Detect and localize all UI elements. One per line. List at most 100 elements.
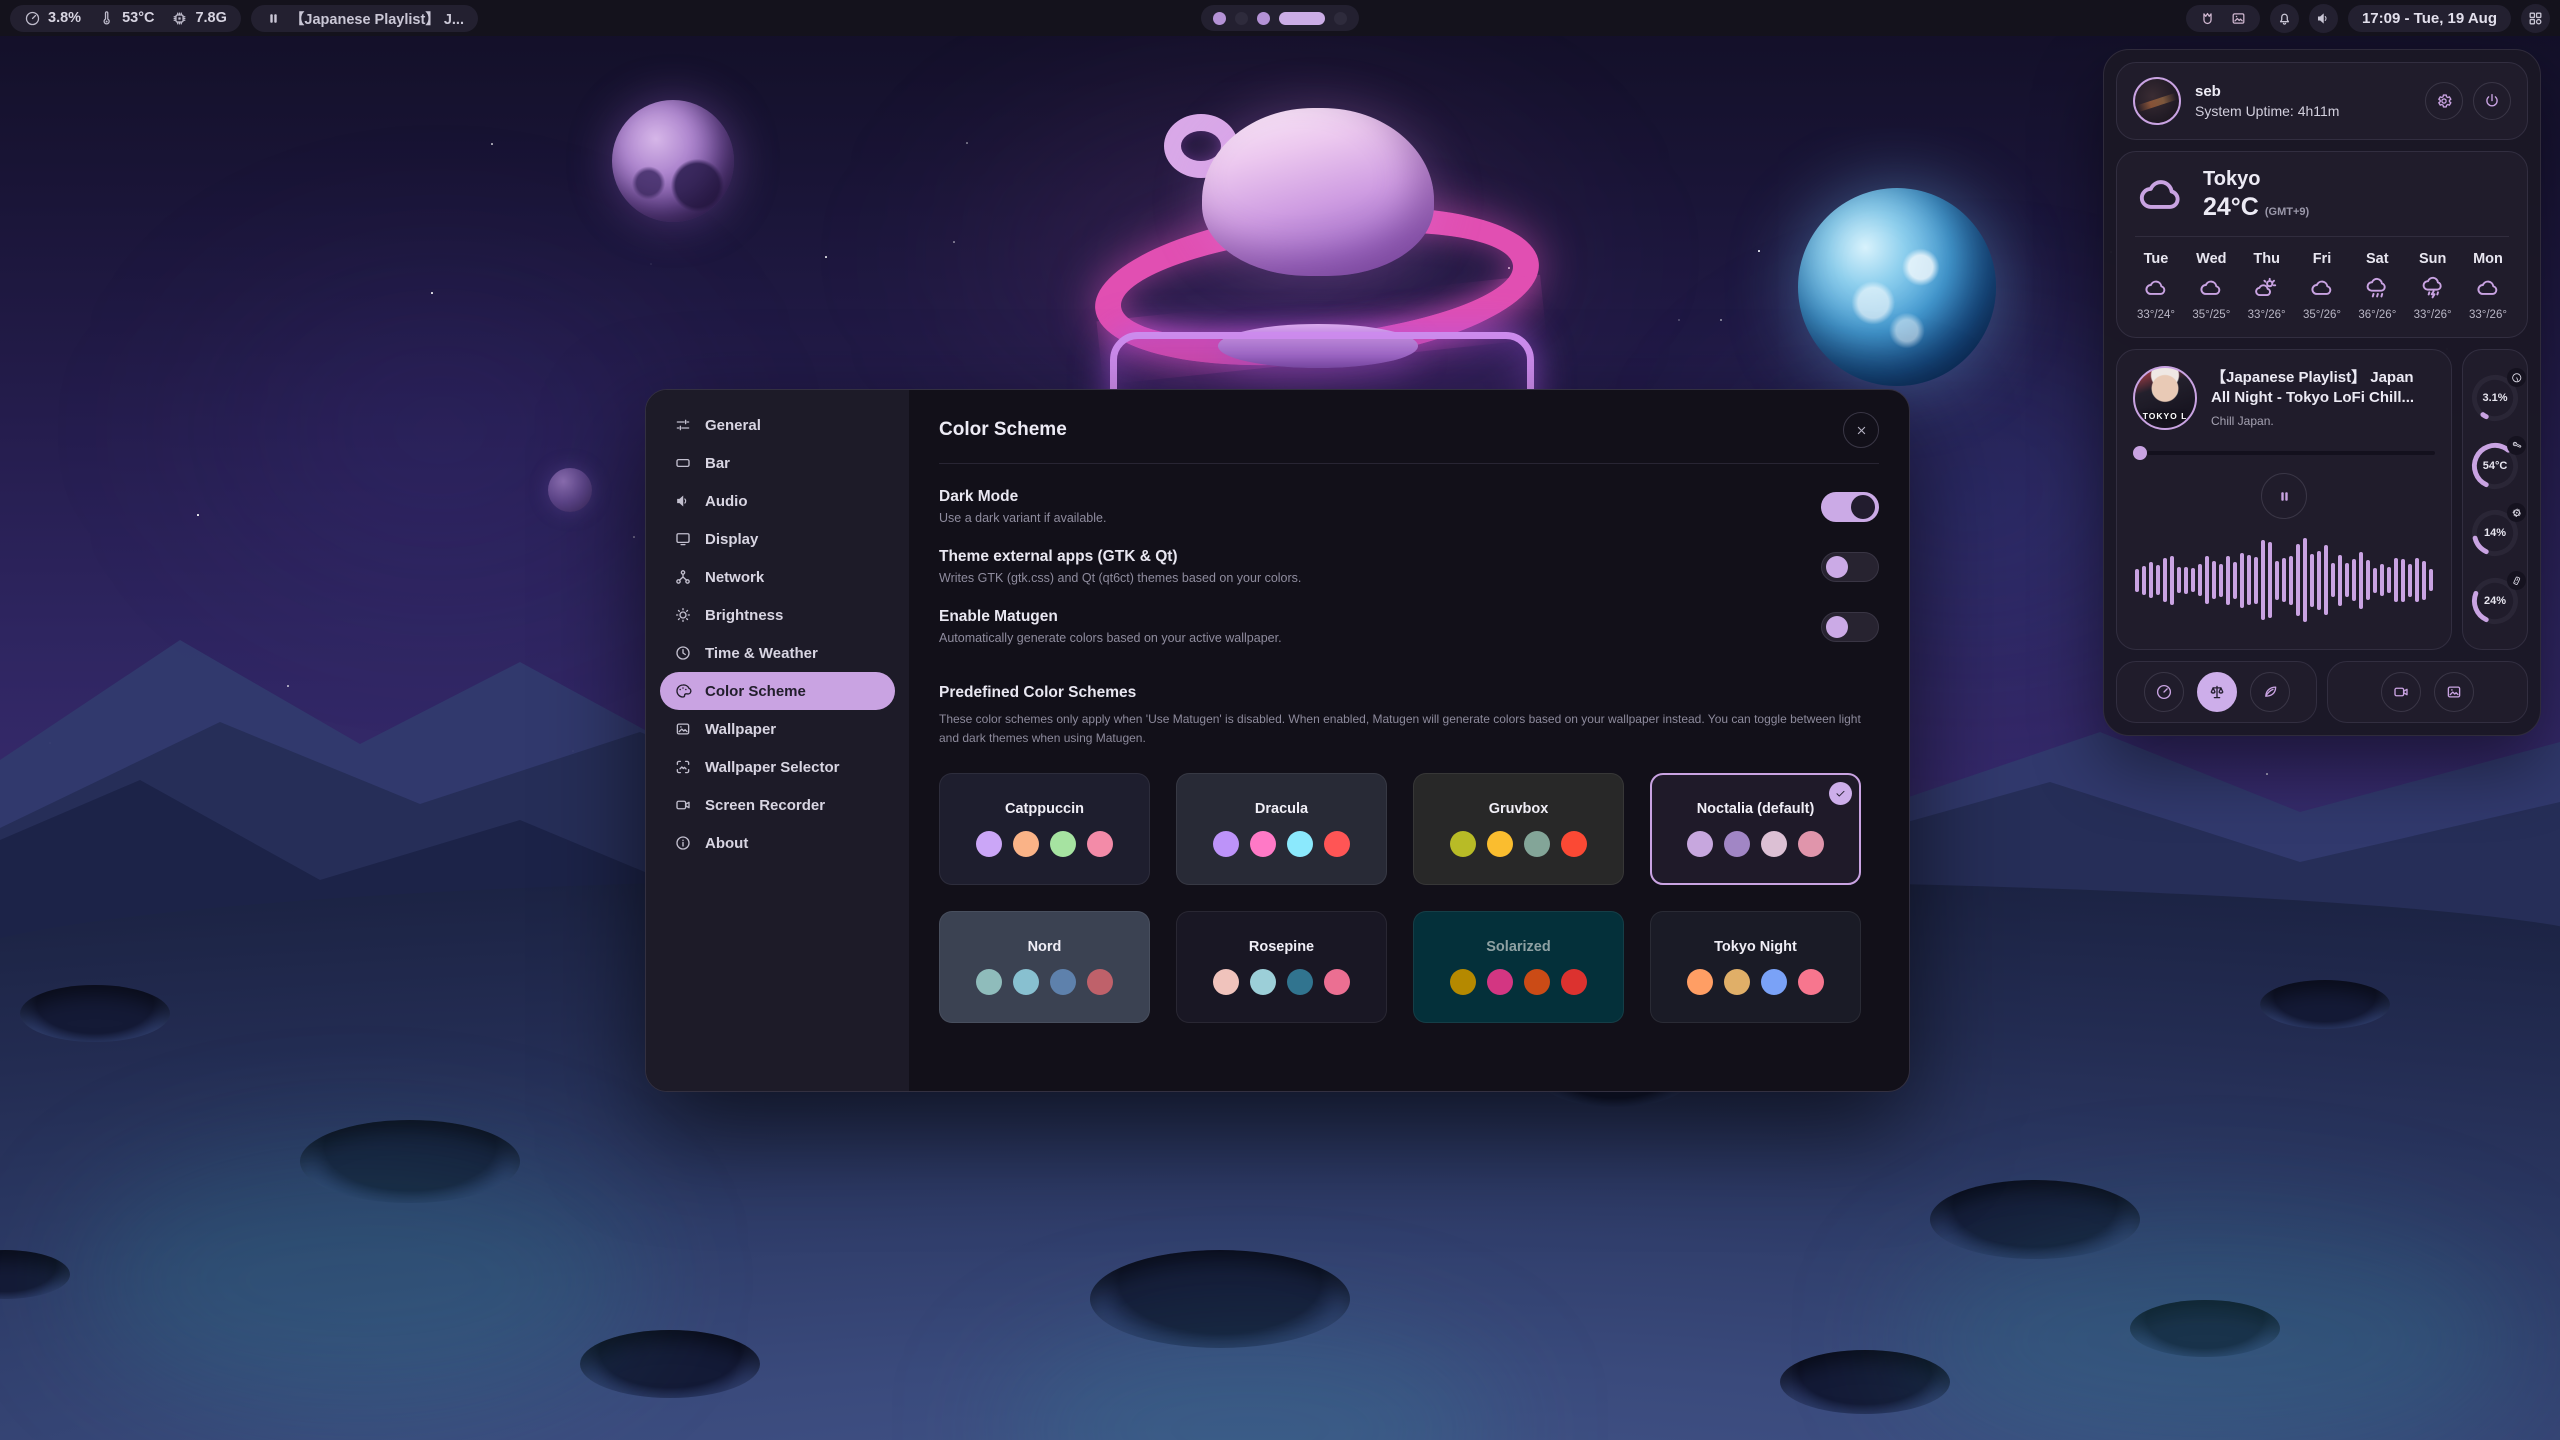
sidebar-item[interactable]: Display	[660, 520, 895, 558]
storm-cloud-icon	[2420, 275, 2446, 301]
color-swatch	[1724, 831, 1750, 857]
power-profile-button[interactable]	[2250, 672, 2290, 712]
visualizer-bar	[2296, 544, 2301, 616]
sidebar-item[interactable]: Wallpaper	[660, 710, 895, 748]
shortcut-button[interactable]	[2434, 672, 2474, 712]
color-swatch	[1761, 969, 1787, 995]
scheme-name: Catppuccin	[1005, 801, 1084, 817]
power-profile-button[interactable]	[2197, 672, 2237, 712]
sidebar-item-label: Screen Recorder	[705, 797, 825, 814]
system-stats-pill[interactable]: 3.8% 53°C 7.8G	[10, 5, 241, 32]
progress-bar[interactable]	[2133, 446, 2435, 460]
color-swatch	[1287, 831, 1313, 857]
visualizer-bar	[2380, 564, 2385, 596]
color-scheme-card[interactable]: Gruvbox	[1413, 773, 1624, 885]
visualizer-bar	[2359, 552, 2364, 609]
power-profile-button[interactable]	[2144, 672, 2184, 712]
toggle-knob	[1851, 495, 1875, 519]
volume-button[interactable]	[2309, 4, 2338, 33]
visualizer-bar	[2275, 561, 2280, 600]
color-swatch	[1524, 969, 1550, 995]
scheme-name: Gruvbox	[1489, 801, 1549, 817]
workspace-dot[interactable]	[1235, 12, 1248, 25]
visualizer-bar	[2226, 556, 2231, 605]
color-scheme-card[interactable]: Nord	[939, 911, 1150, 1023]
crater	[2260, 980, 2390, 1029]
sidebar-item[interactable]: About	[660, 824, 895, 862]
power-button[interactable]	[2473, 82, 2511, 120]
video-icon	[674, 796, 692, 814]
clock[interactable]: 17:09 - Tue, 19 Aug	[2348, 5, 2511, 32]
audio-visualizer	[2133, 527, 2435, 633]
visualizer-bar	[2366, 560, 2371, 600]
progress-knob[interactable]	[2133, 446, 2147, 460]
forecast-day-label: Wed	[2196, 251, 2226, 267]
notifications-button[interactable]	[2270, 4, 2299, 33]
close-button[interactable]	[1843, 412, 1879, 448]
color-swatch	[976, 831, 1002, 857]
workspace-dot[interactable]	[1334, 12, 1347, 25]
forecast-day-label: Fri	[2313, 251, 2332, 267]
sidebar-item[interactable]: Screen Recorder	[660, 786, 895, 824]
check-icon	[1834, 787, 1847, 800]
toggle-switch[interactable]	[1821, 492, 1879, 522]
bell-icon	[2276, 10, 2293, 27]
swatch-row	[976, 969, 1113, 995]
predefined-schemes-section: Predefined Color Schemes These color sch…	[939, 684, 1879, 1023]
clock-icon	[674, 644, 692, 662]
sidebar-item[interactable]: Wallpaper Selector	[660, 748, 895, 786]
sidebar-item[interactable]: Network	[660, 558, 895, 596]
sidebar-item[interactable]: Bar	[660, 444, 895, 482]
color-swatch	[1450, 831, 1476, 857]
page-title: Color Scheme	[939, 419, 1067, 441]
sidebar-item[interactable]: Color Scheme	[660, 672, 895, 710]
visualizer-bar	[2191, 568, 2196, 592]
tray-app-icon[interactable]	[2199, 10, 2216, 27]
workspace-dot[interactable]	[1279, 12, 1325, 25]
speedometer-icon	[2507, 368, 2526, 387]
sidebar-item[interactable]: General	[660, 406, 895, 444]
visualizer-bar	[2401, 559, 2406, 602]
color-swatch	[1798, 831, 1824, 857]
toggle-switch[interactable]	[1821, 612, 1879, 642]
color-scheme-card[interactable]: Dracula	[1176, 773, 1387, 885]
divider	[2135, 236, 2509, 237]
play-pause-button[interactable]	[2261, 473, 2307, 519]
color-scheme-card[interactable]: Tokyo Night	[1650, 911, 1861, 1023]
image-icon[interactable]	[2230, 10, 2247, 27]
pause-icon	[2276, 488, 2293, 505]
toggle-knob	[1826, 616, 1848, 638]
username: seb	[2195, 83, 2339, 100]
apps-launcher-button[interactable]	[2521, 4, 2550, 33]
speedometer-icon	[2155, 683, 2173, 701]
color-scheme-card[interactable]: Solarized	[1413, 911, 1624, 1023]
color-scheme-card[interactable]: Noctalia (default)	[1650, 773, 1861, 885]
sidebar-item-label: Brightness	[705, 607, 783, 624]
swatch-row	[1687, 969, 1824, 995]
toggle-switch[interactable]	[1821, 552, 1879, 582]
workspace-indicator	[1201, 5, 1359, 31]
workspace-dot[interactable]	[1257, 12, 1270, 25]
forecast-day: Sun 33°/26°	[2414, 251, 2452, 321]
cloud-icon	[2143, 275, 2169, 301]
divider	[939, 463, 1879, 464]
sidebar-item[interactable]: Time & Weather	[660, 634, 895, 672]
visualizer-bar	[2387, 567, 2392, 593]
sidebar-item[interactable]: Brightness	[660, 596, 895, 634]
settings-button[interactable]	[2425, 82, 2463, 120]
visualizer-bar	[2142, 566, 2147, 595]
forecast-temps: 33°/26°	[2248, 309, 2286, 321]
sidebar-item[interactable]: Audio	[660, 482, 895, 520]
color-scheme-card[interactable]: Catppuccin	[939, 773, 1150, 885]
visualizer-bar	[2289, 556, 2294, 605]
visualizer-bar	[2261, 540, 2266, 620]
system-stat: 3.8%	[24, 10, 81, 27]
color-scheme-card[interactable]: Rosepine	[1176, 911, 1387, 1023]
scheme-name: Solarized	[1486, 939, 1550, 955]
shortcut-button[interactable]	[2381, 672, 2421, 712]
forecast-day: Wed 35°/25°	[2192, 251, 2230, 321]
workspace-dot[interactable]	[1213, 12, 1226, 25]
weather-forecast: Tue 33°/24° Wed 35°/25° Thu 33°/26°	[2135, 251, 2509, 321]
visualizer-bar	[2331, 563, 2336, 597]
media-pill[interactable]: 【Japanese Playlist】 J...	[251, 5, 478, 32]
